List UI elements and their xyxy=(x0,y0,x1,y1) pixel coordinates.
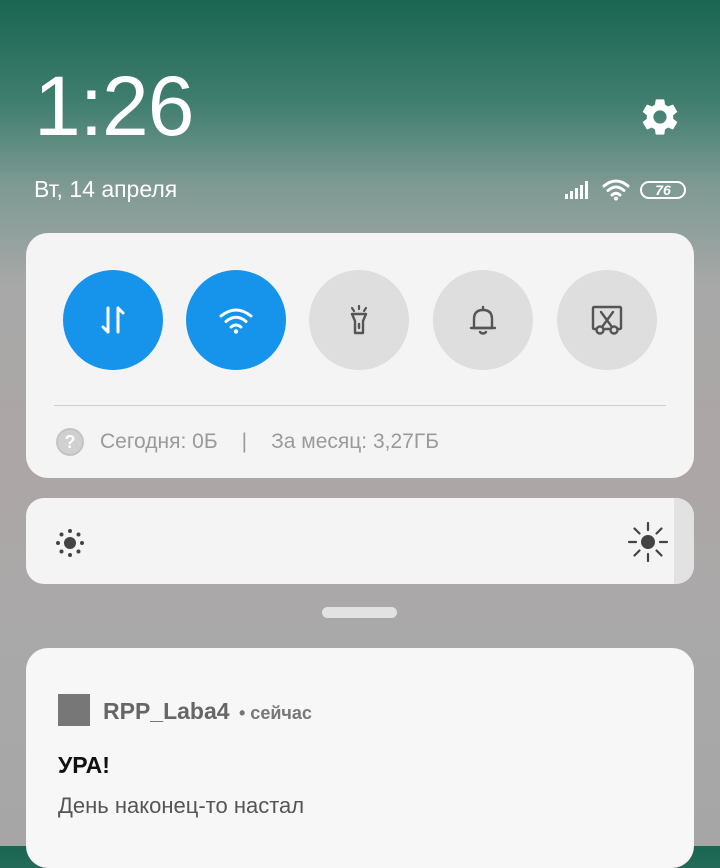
toggle-sound[interactable] xyxy=(433,270,533,370)
brightness-track-end xyxy=(674,498,694,584)
brightness-low-icon xyxy=(56,529,84,557)
usage-separator: | xyxy=(241,430,248,453)
signal-strength-icon xyxy=(565,181,588,199)
brightness-high-icon xyxy=(627,521,669,563)
flashlight-icon xyxy=(350,304,368,335)
toggle-screenshot[interactable] xyxy=(557,270,657,370)
status-icons: 76 xyxy=(564,178,686,202)
brightness-slider[interactable] xyxy=(26,498,694,584)
wifi-icon xyxy=(219,308,253,334)
toggle-mobile-data[interactable] xyxy=(63,270,163,370)
bell-icon xyxy=(469,305,497,335)
usage-today: Сегодня: 0Б xyxy=(100,430,218,453)
quick-settings-panel: ? Сегодня: 0Б | За месяц: 3,27ГБ xyxy=(26,233,694,478)
notification-title: УРА! xyxy=(58,752,110,778)
notification-text: День наконец-то настал xyxy=(58,793,305,818)
panel-divider xyxy=(54,405,666,406)
panel-drag-handle[interactable] xyxy=(322,607,397,618)
help-icon: ? xyxy=(56,428,84,456)
battery-indicator: 76 xyxy=(640,181,686,199)
toggle-wifi[interactable] xyxy=(186,270,286,370)
app-icon xyxy=(58,694,90,726)
notification-card[interactable]: RPP_Laba4 • сейчас УРА! День наконец-то … xyxy=(26,648,694,868)
toggle-flashlight[interactable] xyxy=(309,270,409,370)
date-label: Вт, 14 апреля xyxy=(34,176,178,202)
data-transfer-icon xyxy=(101,306,125,334)
wifi-status-icon xyxy=(602,179,630,201)
usage-month: За месяц: 3,27ГБ xyxy=(271,430,440,453)
battery-level: 76 xyxy=(655,182,671,198)
clock-time: 1:26 xyxy=(34,59,194,153)
notification-app-name: RPP_Laba4 xyxy=(103,698,230,724)
screenshot-scissors-icon xyxy=(591,305,623,335)
data-usage-row[interactable]: ? Сегодня: 0Б | За месяц: 3,27ГБ xyxy=(56,425,439,459)
settings-gear-icon[interactable] xyxy=(638,95,682,139)
notification-time: • сейчас xyxy=(239,703,312,723)
